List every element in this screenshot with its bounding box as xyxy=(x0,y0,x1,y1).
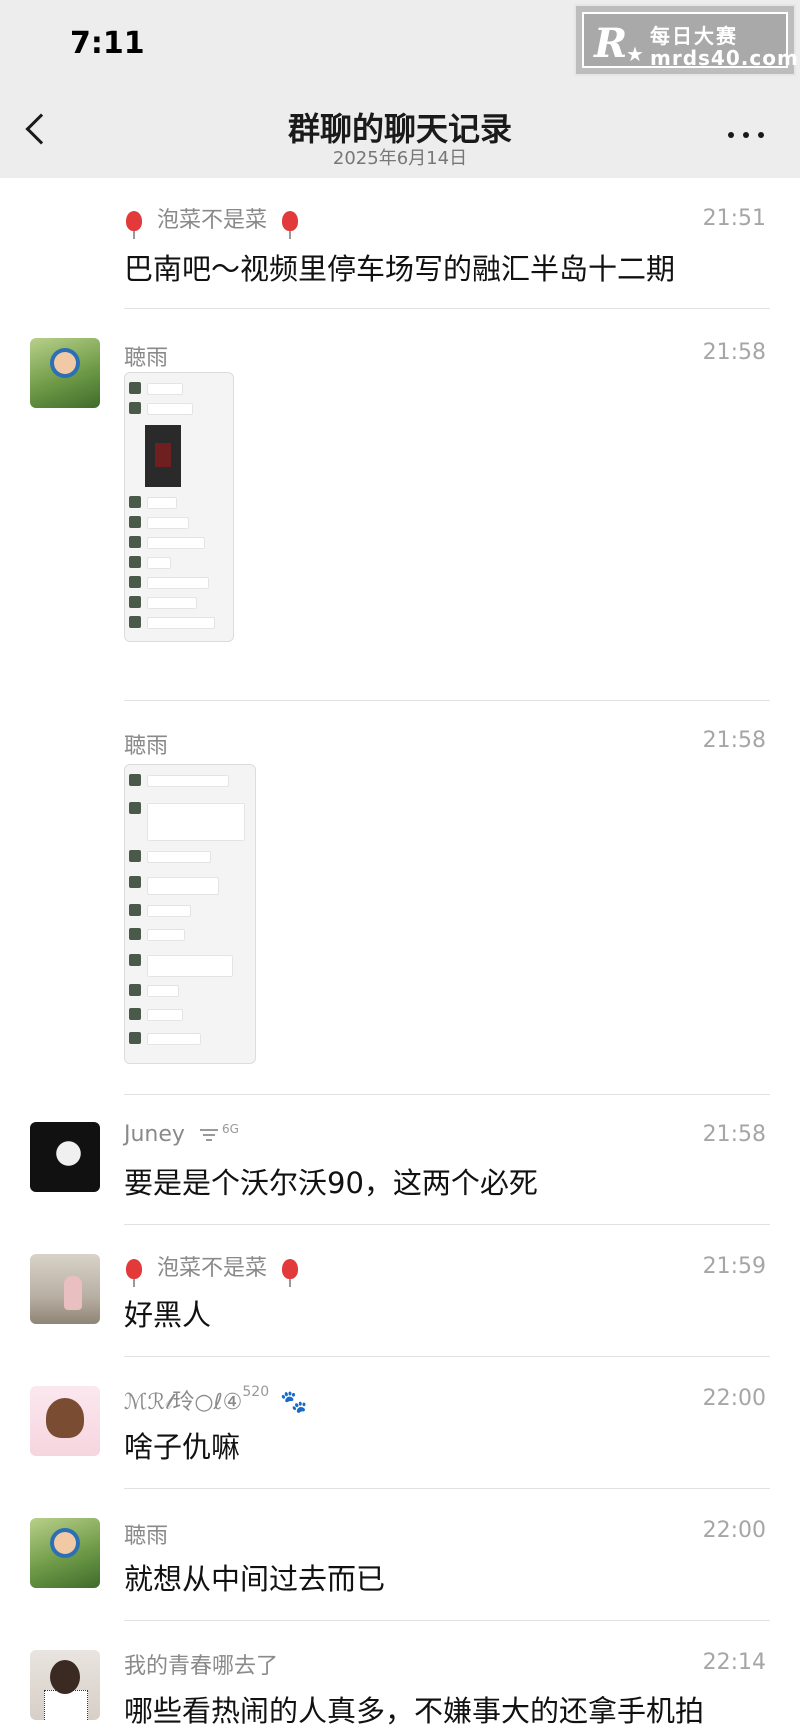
message-time: 21:51 xyxy=(702,206,766,231)
sender-tag: 6G xyxy=(221,1122,239,1136)
message-time: 22:14 xyxy=(702,1650,766,1675)
message-item[interactable]: 聴雨 21:58 xyxy=(0,310,800,702)
message-text: 哪些看热闹的人真多，不嫌事大的还拿手机拍 xyxy=(124,1694,705,1728)
page-date: 2025年6月14日 xyxy=(332,148,468,169)
avatar[interactable] xyxy=(30,1386,100,1456)
sender-name: ℳℛ𝓁玲○ℓ④ xyxy=(124,1390,243,1415)
message-item[interactable]: 我的青春哪去了 22:14 哪些看热闹的人真多，不嫌事大的还拿手机拍 xyxy=(0,1622,800,1733)
message-text: 就想从中间过去而已 xyxy=(124,1562,386,1596)
balloon-icon xyxy=(282,211,299,239)
star-icon: ★ xyxy=(626,42,644,66)
sender-name: 泡菜不是菜 xyxy=(157,208,268,233)
sender-name: Juney xyxy=(124,1122,185,1147)
message-text: 巴南吧～视频里停车场写的融汇半岛十二期 xyxy=(124,252,676,286)
sender-name: 我的青春哪去了 xyxy=(124,1654,279,1679)
sender-name: 聴雨 xyxy=(124,1524,169,1549)
message-text: 啥子仇嘛 xyxy=(124,1430,241,1464)
video-thumbnail xyxy=(145,425,181,487)
watermark-brand: 每日大赛 xyxy=(650,24,738,48)
balloon-icon xyxy=(126,1259,142,1287)
divider xyxy=(124,1488,770,1489)
avatar[interactable] xyxy=(30,1254,100,1324)
message-time: 21:58 xyxy=(702,340,766,365)
message-item[interactable]: 泡菜不是菜 21:51 巴南吧～视频里停车场写的融汇半岛十二期 xyxy=(0,178,800,310)
message-text: 要是是个沃尔沃90，这两个必死 xyxy=(124,1166,538,1200)
avatar[interactable] xyxy=(30,338,100,408)
wifi-icon xyxy=(199,1127,222,1143)
status-time: 7:11 xyxy=(70,26,145,61)
chat-screenshot-image[interactable] xyxy=(124,372,234,642)
balloon-icon xyxy=(126,211,142,239)
message-text: 好黑人 xyxy=(124,1298,212,1332)
chat-screenshot-image[interactable] xyxy=(124,764,256,1064)
sender-name: 聴雨 xyxy=(124,346,169,371)
divider xyxy=(124,700,770,701)
watermark-logo: R xyxy=(594,20,628,67)
divider xyxy=(124,308,770,309)
more-icon[interactable] xyxy=(726,130,766,140)
message-item[interactable]: 聴雨 21:58 xyxy=(0,702,800,1095)
watermark: R ★ 每日大赛 mrds40.com xyxy=(574,4,798,76)
message-time: 22:00 xyxy=(702,1386,766,1411)
message-sender: 泡菜不是菜 xyxy=(124,1250,306,1287)
message-time: 21:59 xyxy=(702,1254,766,1279)
message-time: 21:58 xyxy=(702,1122,766,1147)
divider xyxy=(124,1224,770,1225)
watermark-url: mrds40.com xyxy=(650,46,799,70)
message-sender: 泡菜不是菜 xyxy=(124,202,306,239)
message-item[interactable]: 泡菜不是菜 21:59 好黑人 xyxy=(0,1226,800,1358)
balloon-icon xyxy=(282,1259,299,1287)
message-item[interactable]: 聴雨 22:00 就想从中间过去而已 xyxy=(0,1490,800,1622)
message-time: 21:58 xyxy=(702,728,766,753)
watermark-frame: R ★ 每日大赛 mrds40.com xyxy=(582,12,798,70)
divider xyxy=(124,1356,770,1357)
paw-icon: 🐾 xyxy=(280,1390,308,1415)
sender-name: 泡菜不是菜 xyxy=(157,1256,268,1281)
message-time: 22:00 xyxy=(702,1518,766,1543)
avatar[interactable] xyxy=(30,1518,100,1588)
avatar[interactable] xyxy=(30,1650,100,1720)
title-bar: 7:11 R ★ 每日大赛 mrds40.com 群聊的聊天记录 2025年6月… xyxy=(0,0,800,178)
message-item[interactable]: ℳℛ𝓁玲○ℓ④520 🐾 22:00 啥子仇嘛 xyxy=(0,1358,800,1490)
message-item[interactable]: Juney 6G 21:58 要是是个沃尔沃90，这两个必死 xyxy=(0,1094,800,1226)
message-sender: Juney 6G xyxy=(124,1122,239,1147)
divider xyxy=(124,1620,770,1621)
sender-tag: 520 xyxy=(242,1384,270,1400)
sender-name: 聴雨 xyxy=(124,734,169,759)
message-sender: ℳℛ𝓁玲○ℓ④520 🐾 xyxy=(124,1384,308,1416)
avatar[interactable] xyxy=(30,1122,100,1192)
